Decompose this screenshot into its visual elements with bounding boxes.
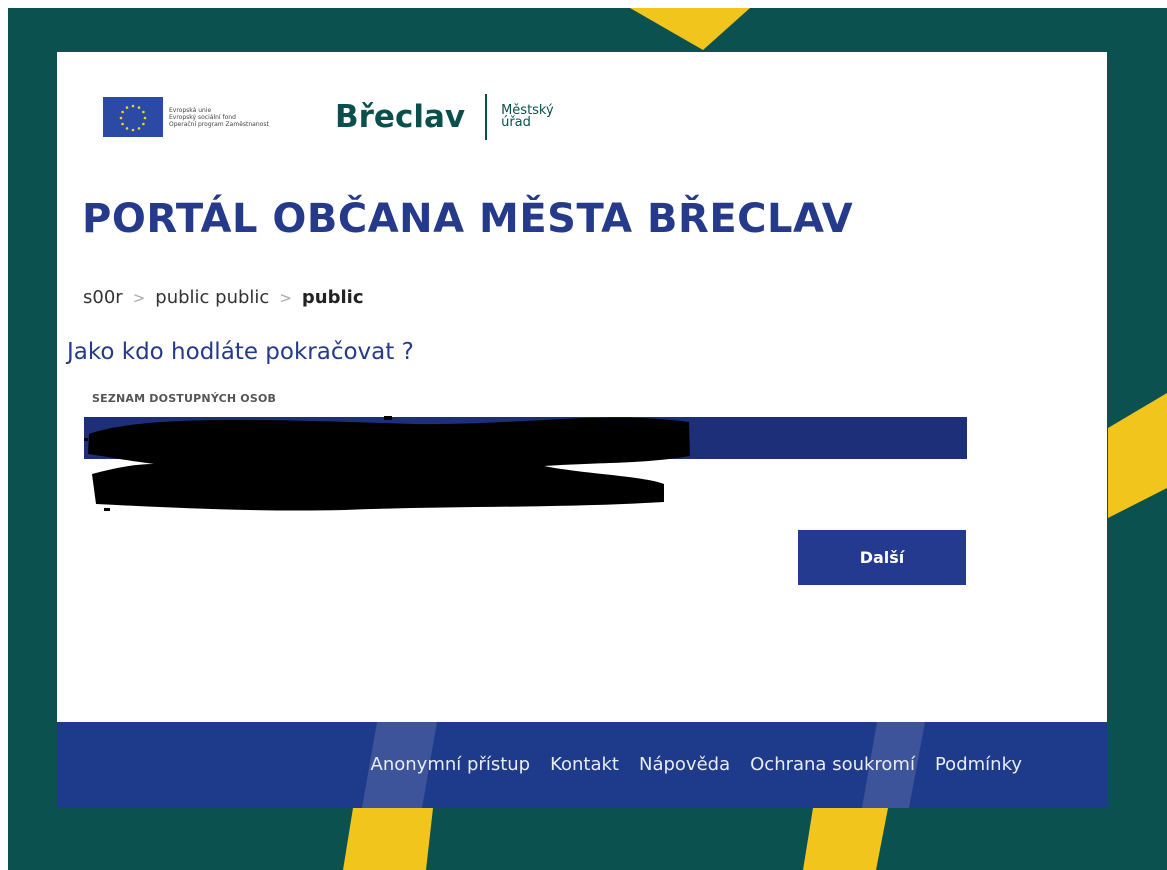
breadcrumb-current: public — [301, 287, 364, 308]
role-question: Jako kdo hodláte pokračovat ? — [67, 339, 414, 365]
eu-flag-icon — [103, 97, 163, 137]
footer-links: Anonymní přístup Kontakt Nápověda Ochran… — [371, 754, 1022, 775]
breadcrumb-item[interactable]: public public — [155, 287, 269, 308]
eu-text-line: Evropská unie — [169, 106, 212, 114]
footer-link-terms[interactable]: Podmínky — [935, 754, 1022, 775]
city-name: Břeclav — [335, 99, 466, 135]
breadcrumb-separator: > — [132, 288, 146, 307]
footer-link-anonymous-access[interactable]: Anonymní přístup — [371, 754, 531, 775]
office-line: úřad — [501, 115, 531, 130]
footer-link-privacy[interactable]: Ochrana soukromí — [750, 754, 915, 775]
next-button[interactable]: Další — [798, 530, 966, 585]
footer-link-contact[interactable]: Kontakt — [550, 754, 619, 775]
page-title: PORTÁL OBČANA MĚSTA BŘECLAV — [82, 196, 854, 242]
redaction-overlay — [84, 416, 690, 511]
logo-divider — [485, 94, 488, 140]
login-card — [57, 52, 1107, 722]
office-label: Městský úřad — [501, 104, 554, 130]
breadcrumb: s00r > public public > public — [83, 287, 363, 308]
breadcrumb-separator: > — [279, 288, 292, 307]
footer: Anonymní přístup Kontakt Nápověda Ochran… — [57, 722, 1107, 808]
eu-text-line: Operační program Zaměstnanost — [169, 120, 269, 128]
footer-link-help[interactable]: Nápověda — [639, 754, 730, 775]
eu-funding-text: Evropská unie Evropský sociální fond Ope… — [169, 107, 319, 128]
breadcrumb-item[interactable]: s00r — [83, 287, 123, 308]
eu-text-line: Evropský sociální fond — [169, 113, 236, 121]
city-logo: Břeclav — [335, 97, 465, 137]
logo-bar: Evropská unie Evropský sociální fond Ope… — [103, 92, 554, 142]
